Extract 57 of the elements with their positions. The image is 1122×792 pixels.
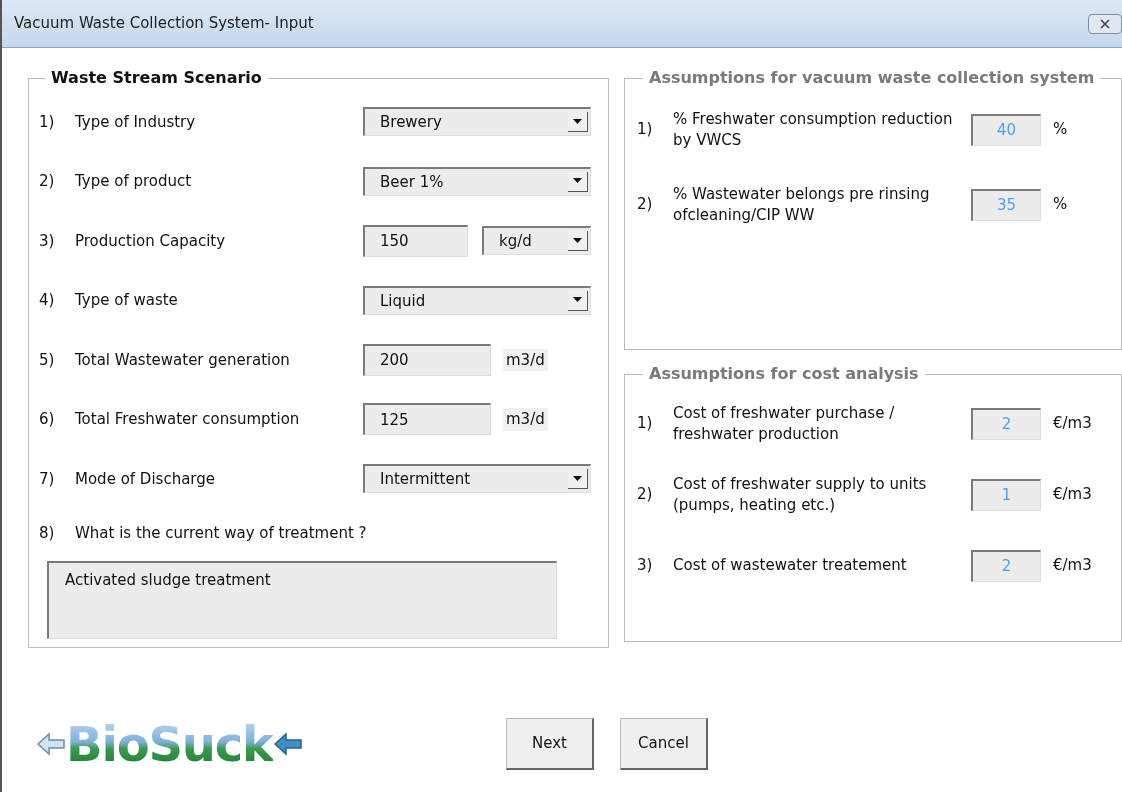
input-field[interactable]: 125 <box>363 403 491 436</box>
window-title: Vacuum Waste Collection System- Input <box>14 13 314 35</box>
unit-label: m3/d <box>503 408 548 431</box>
input-field[interactable]: 200 <box>363 343 491 376</box>
dialog-button[interactable]: Cancel <box>620 718 708 770</box>
dialog-button[interactable]: Next <box>506 718 594 770</box>
item-number: 2) <box>637 484 654 506</box>
item-number: 1) <box>39 111 56 133</box>
field-label: Cost of freshwater purchase / freshwater production <box>673 402 896 445</box>
dropdown-arrow-icon <box>573 475 582 482</box>
field-label: Total Wastewater generation <box>75 349 291 371</box>
field-label: Mode of Discharge <box>75 468 216 490</box>
field-label: Total Freshwater consumption <box>75 409 301 430</box>
field-label: % Freshwater consumption reduction by VWCS <box>673 108 954 151</box>
field-label: Cost of freshwater supply to units (pumps, heating etc.) <box>673 473 928 516</box>
dropdown[interactable]: Liquid <box>363 285 591 315</box>
item-number: 3) <box>637 555 654 577</box>
arrow-icon <box>272 731 303 757</box>
unit-label: % <box>1053 194 1068 216</box>
field-label: Type of Industry <box>75 111 197 133</box>
close-button[interactable] <box>1088 13 1122 34</box>
dropdown-arrow-icon <box>573 237 582 244</box>
group-title: Assumptions for cost analysis <box>648 363 920 385</box>
unit-label: m3/d <box>503 348 548 371</box>
field-label: % Wastewater belongs pre rinsing ofcleaning/CIP WW <box>673 183 931 226</box>
item-number: 2) <box>39 171 56 192</box>
input-field[interactable]: 150 <box>363 224 468 257</box>
dropdown[interactable]: Beer 1% <box>363 166 591 196</box>
item-number: 4) <box>39 290 56 311</box>
arrow-icon <box>36 731 66 757</box>
field-label: Type of product <box>75 171 193 192</box>
dropdown-arrow-icon <box>573 118 582 125</box>
text-area[interactable]: Activated sludge treatment <box>47 560 557 639</box>
dropdown[interactable]: Intermittent <box>363 464 591 494</box>
item-number: 7) <box>39 468 56 490</box>
dropdown[interactable]: Brewery <box>363 107 591 137</box>
group-title: Assumptions for vacuum waste collection system <box>648 67 1096 89</box>
item-number: 2) <box>637 194 654 216</box>
item-number: 5) <box>39 349 56 371</box>
item-number: 1) <box>637 413 654 435</box>
unit-label: % <box>1053 119 1068 141</box>
field-label: Production Capacity <box>75 230 227 252</box>
unit-label: €/m3 <box>1053 413 1092 435</box>
dropdown-arrow-icon <box>573 178 582 185</box>
field-label: Cost of wastewater treatement <box>673 555 908 576</box>
dropdown[interactable]: kg/d <box>482 226 591 256</box>
item-number: 3) <box>39 230 56 252</box>
question-label: What is the current way of treatment ? <box>75 523 367 545</box>
item-number: 1) <box>637 119 654 141</box>
unit-label: €/m3 <box>1053 484 1092 506</box>
item-number: 8) <box>39 523 56 545</box>
dropdown-arrow-icon <box>573 297 582 304</box>
item-number: 6) <box>39 409 56 430</box>
unit-label: €/m3 <box>1053 555 1092 577</box>
group-title: Waste Stream Scenario <box>50 67 263 89</box>
field-label: Type of waste <box>75 290 179 311</box>
close-icon <box>1099 17 1111 30</box>
